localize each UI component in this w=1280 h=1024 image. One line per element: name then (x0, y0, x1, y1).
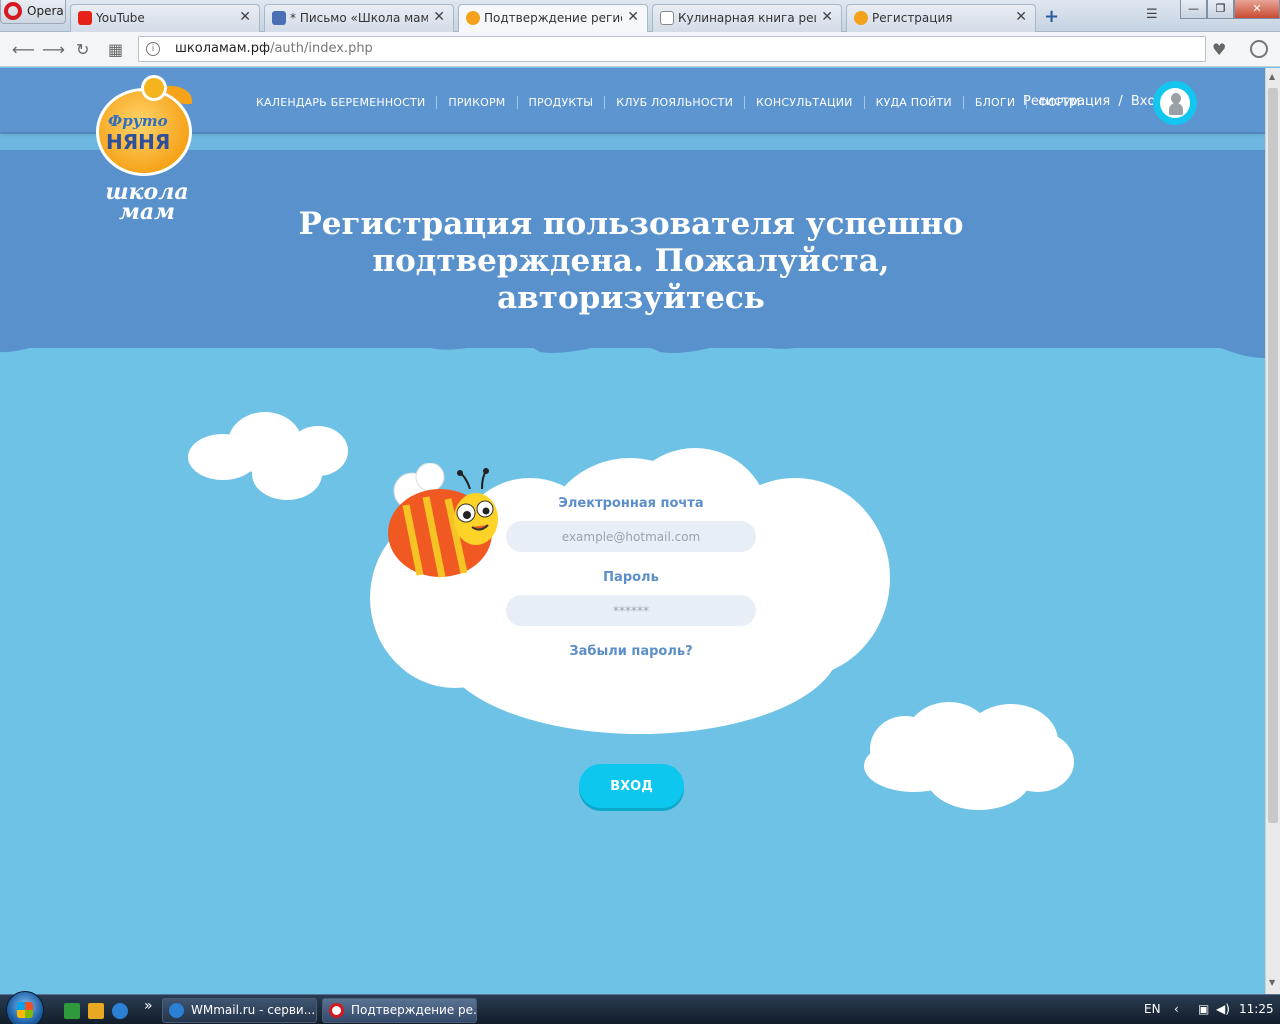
decor-cloud-right (864, 702, 1074, 812)
hero-cloud-edge (0, 318, 1265, 358)
page-scrollbar[interactable]: ▲ ▼ (1265, 68, 1280, 994)
url-path: /auth/index.php (270, 41, 373, 56)
ie-icon[interactable] (112, 1003, 128, 1019)
scrollbar-thumb[interactable] (1268, 88, 1278, 823)
tab-title: YouTube (96, 11, 145, 25)
media-player-icon[interactable] (88, 1003, 104, 1019)
password-label: Пароль (603, 570, 659, 585)
web-page: КАЛЕНДАРЬ БЕРЕМЕННОСТИ ПРИКОРМ ПРОДУКТЫ … (0, 68, 1265, 994)
maximize-icon[interactable]: ❐ (1207, 0, 1234, 19)
network-icon[interactable]: ▣ (1198, 1002, 1209, 1016)
reload-icon[interactable]: ↻ (76, 40, 89, 59)
close-icon[interactable]: ✕ (433, 9, 445, 25)
speed-dial-icon[interactable]: ▦ (108, 40, 123, 59)
password-field[interactable] (506, 595, 756, 626)
flower-icon (144, 78, 164, 98)
window-close-icon[interactable]: ✕ (1234, 0, 1280, 19)
clock[interactable]: 11:25 (1239, 1002, 1274, 1016)
page-title: Регистрация пользователя успешно подтвер… (298, 206, 964, 316)
url-host: школамам.рф (175, 41, 271, 56)
flower-icon (854, 11, 868, 25)
taskbar-item-opera[interactable]: Подтверждение ре... (322, 998, 477, 1023)
nav-loyalty-club[interactable]: КЛУБ ЛОЯЛЬНОСТИ (604, 96, 744, 109)
tab-recipes[interactable]: Кулинарная книга рецеп ✕ (652, 4, 842, 32)
url-text: школамам.рф/auth/index.php (175, 37, 373, 61)
opera-icon (329, 1003, 344, 1018)
scroll-up-icon[interactable]: ▲ (1269, 72, 1275, 81)
auth-links: Регистрация / Вход (1023, 94, 1164, 109)
email-field[interactable] (506, 521, 756, 552)
auth-separator: / (1118, 94, 1123, 109)
tab-confirmation[interactable]: Подтверждение регистра ✕ (458, 4, 648, 33)
forward-icon[interactable]: ⟶ (42, 40, 65, 59)
site-logo[interactable]: Фруто НЯНЯ школа мам (96, 76, 206, 226)
forgot-password-link[interactable]: Забыли пароль? (506, 644, 756, 659)
nav-products[interactable]: ПРОДУКТЫ (516, 96, 605, 109)
taskbar-item-ie[interactable]: WMmail.ru - серви... (162, 998, 317, 1023)
opera-icon (4, 2, 22, 20)
new-tab-icon[interactable]: + (1044, 6, 1059, 27)
account-icon[interactable] (1250, 40, 1268, 58)
close-icon[interactable]: ✕ (1015, 9, 1027, 25)
info-icon[interactable]: i (146, 42, 160, 56)
tab-title: Кулинарная книга рецеп (678, 11, 816, 25)
flower-icon (466, 11, 480, 25)
browser-tab-strip: Opera YouTube ✕ * Письмо «Школа мам: П ✕… (0, 0, 1280, 33)
tab-registration[interactable]: Регистрация ✕ (846, 4, 1036, 32)
opera-menu-button[interactable]: Opera (0, 0, 66, 24)
scroll-down-icon[interactable]: ▼ (1269, 978, 1275, 987)
close-icon[interactable]: ✕ (239, 9, 251, 25)
nav-consultations[interactable]: КОНСУЛЬТАЦИИ (744, 96, 864, 109)
close-icon[interactable]: ✕ (821, 9, 833, 25)
minimize-icon[interactable]: — (1180, 0, 1207, 19)
start-button[interactable] (6, 991, 44, 1024)
nav-pregnancy-calendar[interactable]: КАЛЕНДАРЬ БЕРЕМЕННОСТИ (256, 96, 436, 109)
mail-icon (272, 11, 286, 25)
tab-mail[interactable]: * Письмо «Школа мам: П ✕ (264, 4, 454, 32)
decor-cloud-left (188, 412, 350, 502)
nav-feeding[interactable]: ПРИКОРМ (436, 96, 516, 109)
tab-title: Подтверждение регистра (484, 11, 622, 25)
logo-line1: Фруто (108, 112, 168, 130)
window-controls: — ❐ ✕ (1180, 0, 1280, 20)
tab-youtube[interactable]: YouTube ✕ (70, 4, 260, 32)
document-icon (660, 11, 674, 25)
user-icon (1169, 93, 1183, 115)
taskbar-item-title: WMmail.ru - серви... (191, 1003, 316, 1017)
opera-menu-label: Opera (27, 4, 64, 18)
language-indicator[interactable]: EN (1144, 1002, 1161, 1016)
logo-line2: НЯНЯ (106, 130, 171, 154)
volume-icon[interactable]: ◀) (1216, 1002, 1230, 1016)
nav-where-to-go[interactable]: КУДА ПОЙТИ (863, 96, 963, 109)
utorrent-icon[interactable] (64, 1003, 80, 1019)
address-bar[interactable]: i школамам.рф/auth/index.php (138, 36, 1206, 62)
tab-title: * Письмо «Школа мам: П (290, 11, 428, 25)
tab-menu-icon[interactable]: ☰ (1146, 7, 1158, 22)
close-icon[interactable]: ✕ (627, 9, 639, 25)
login-button[interactable]: ВХОД (579, 764, 684, 808)
youtube-icon (78, 11, 92, 25)
register-link[interactable]: Регистрация (1023, 94, 1110, 109)
back-icon[interactable]: ⟵ (12, 40, 35, 59)
logo-line3: школа мам (105, 179, 189, 225)
windows-taskbar: » WMmail.ru - серви... Подтверждение ре.… (0, 991, 1280, 1024)
taskbar-item-title: Подтверждение ре... (351, 1003, 477, 1017)
tab-title: Регистрация (872, 11, 953, 25)
nav-blogs[interactable]: БЛОГИ (962, 96, 1026, 109)
ie-icon (169, 1003, 184, 1018)
avatar[interactable] (1153, 81, 1197, 125)
address-toolbar: ⟵ ⟶ ↻ ▦ i школамам.рф/auth/index.php ♥ (0, 32, 1280, 67)
quicklaunch-overflow[interactable]: » (144, 998, 153, 1014)
email-label: Электронная почта (558, 496, 704, 511)
bee-icon (388, 463, 498, 578)
main-nav: КАЛЕНДАРЬ БЕРЕМЕННОСТИ ПРИКОРМ ПРОДУКТЫ … (256, 96, 1091, 109)
tray-expand-icon[interactable]: ‹ (1174, 1002, 1179, 1016)
heart-icon[interactable]: ♥ (1212, 40, 1226, 59)
